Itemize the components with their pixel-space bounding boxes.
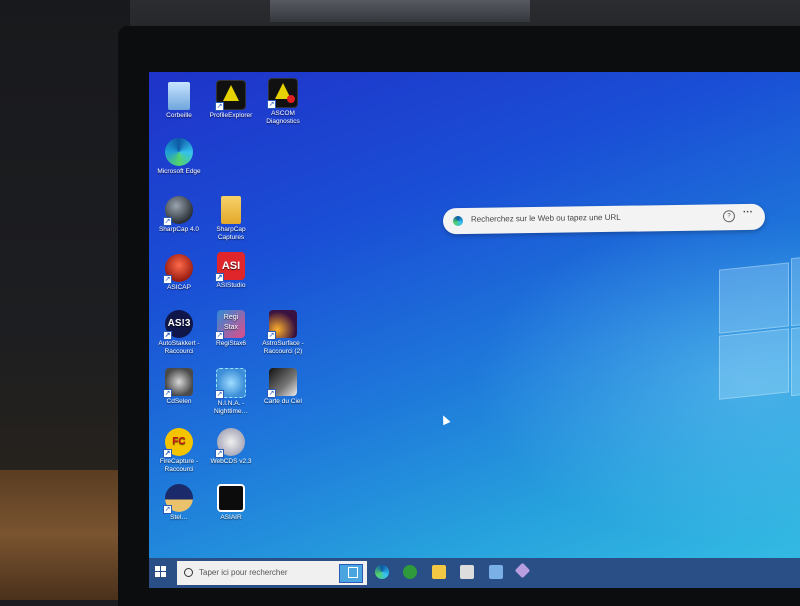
desktop-icon-label: N.I.N.A. - Nighttime… bbox=[214, 400, 248, 415]
firecapture-icon: FC ↗ bbox=[163, 428, 193, 458]
stellarium-icon: ↗ bbox=[163, 484, 193, 514]
autostakkert-icon: AS!3 ↗ bbox=[163, 310, 193, 340]
desktop-icon-nina[interactable]: ↗ N.I.N.A. - Nighttime… bbox=[203, 368, 259, 416]
desktop-icon-microsoft-edge[interactable]: Microsoft Edge bbox=[151, 138, 207, 176]
desktop-icon-firecapture[interactable]: FC ↗ FireCapture - Raccourci bbox=[151, 428, 207, 474]
ascom-diagnostics-icon: ↗ bbox=[267, 78, 298, 109]
windows-logo-icon[interactable] bbox=[155, 566, 167, 578]
desktop-icon-label: ASCOM Diagnostics bbox=[266, 110, 300, 125]
windows-desktop: Corbeille Microsoft Edge ↗ SharpCap 4.0 … bbox=[149, 72, 800, 588]
cdselen-icon: ↗ bbox=[163, 368, 193, 398]
help-icon[interactable]: ? bbox=[722, 210, 736, 223]
desktop-icon-label: AstroSurface - Raccourci (2) bbox=[262, 340, 304, 355]
nina-icon: ↗ bbox=[215, 368, 246, 399]
desktop-icon-label: Carte du Ciel bbox=[264, 398, 302, 405]
desktop-icon-astrosurface[interactable]: ↗ AstroSurface - Raccourci (2) bbox=[255, 310, 311, 356]
light-glare bbox=[270, 0, 530, 22]
more-options-icon[interactable]: ··· bbox=[743, 207, 753, 218]
desktop-icon-corbeille[interactable]: Corbeille bbox=[151, 82, 207, 120]
desktop-icon-label: ASIStudio bbox=[216, 282, 246, 289]
desktop-icon-sharpcap-captures[interactable]: SharpCap Captures bbox=[203, 196, 259, 242]
desktop-icon-label: FireCapture - Raccourci bbox=[159, 458, 199, 473]
desktop-icon-autostakkert[interactable]: AS!3 ↗ AutoStakkert - Raccourci bbox=[151, 310, 207, 356]
search-icon bbox=[184, 568, 193, 577]
desktop-icon-label: Microsoft Edge bbox=[157, 168, 201, 175]
desktop-icon-asistudio[interactable]: ASI ↗ ASIStudio bbox=[203, 252, 259, 290]
desktop-icon-label: CdSelen bbox=[166, 398, 192, 405]
task-view-icon[interactable] bbox=[347, 565, 361, 579]
windows-wallpaper-logo bbox=[719, 253, 800, 410]
desktop-icon-label: Stel… bbox=[170, 514, 188, 521]
edge-icon bbox=[452, 215, 464, 227]
desktop-icon-asicap[interactable]: ↗ ASICAP bbox=[151, 254, 207, 292]
taskbar-search-box[interactable]: Taper ici pour rechercher bbox=[177, 561, 367, 585]
desktop-icon-label: ProfileExplorer bbox=[209, 112, 253, 119]
asiair-icon bbox=[217, 484, 245, 512]
desktop-icon-cdselen[interactable]: ↗ CdSelen bbox=[151, 368, 207, 406]
desktop-icon-label: SharpCap Captures bbox=[216, 226, 246, 241]
taskbar: Taper ici pour rechercher bbox=[149, 558, 800, 588]
mail-icon[interactable] bbox=[489, 565, 503, 579]
desktop-icon-registax[interactable]: Regi Stax ↗ RegiStax6 bbox=[203, 310, 259, 348]
registax-icon: Regi Stax ↗ bbox=[215, 310, 245, 340]
desktop-icon-ascom-diagnostics[interactable]: ↗ ASCOM Diagnostics bbox=[255, 78, 311, 126]
desktop-icon-carte-du-ciel[interactable]: ↗ Carte du Ciel bbox=[255, 368, 311, 406]
folder-icon bbox=[221, 196, 241, 224]
desktop-icon-stellarium[interactable]: ↗ Stel… bbox=[151, 484, 207, 522]
desktop-icon-label: Corbeille bbox=[166, 112, 192, 119]
desktop-icon-label: WebCDS v2.3 bbox=[210, 458, 252, 465]
desktop-icon-profileexplorer[interactable]: ↗ ProfileExplorer bbox=[203, 80, 259, 120]
astrosurface-icon: ↗ bbox=[267, 310, 297, 340]
desktop-icon-label: RegiStax6 bbox=[216, 340, 246, 347]
pinned-app-icon[interactable] bbox=[514, 562, 531, 579]
webcds-icon: ↗ bbox=[215, 428, 245, 458]
carte-du-ciel-icon: ↗ bbox=[267, 368, 297, 398]
edge-search-widget[interactable]: Recherchez sur le Web ou tapez une URL ?… bbox=[442, 203, 766, 235]
sharpcap-icon: ↗ bbox=[163, 196, 193, 226]
ascom-profile-icon: ↗ bbox=[215, 80, 246, 111]
desktop-icon-label: AutoStakkert - Raccourci bbox=[158, 340, 200, 355]
file-explorer-icon[interactable] bbox=[432, 565, 446, 579]
edge-icon bbox=[165, 138, 193, 166]
recycle-bin-icon bbox=[168, 82, 190, 110]
desktop-icon-label: ASICAP bbox=[167, 284, 191, 291]
taskbar-search-placeholder[interactable]: Taper ici pour rechercher bbox=[199, 568, 287, 577]
desk-edge bbox=[0, 470, 118, 600]
desktop-icon-sharpcap[interactable]: ↗ SharpCap 4.0 bbox=[151, 196, 207, 234]
asicap-icon: ↗ bbox=[163, 254, 193, 284]
desktop-icon-label: ASIAIR bbox=[220, 514, 242, 521]
xbox-icon[interactable] bbox=[403, 565, 417, 579]
desktop-icon-label: SharpCap 4.0 bbox=[158, 226, 200, 233]
desktop-icon-asiair[interactable]: ASIAIR bbox=[203, 484, 259, 522]
store-icon[interactable] bbox=[460, 565, 474, 579]
asistudio-icon: ASI ↗ bbox=[215, 252, 245, 282]
desktop-icon-webcds[interactable]: ↗ WebCDS v2.3 bbox=[203, 428, 259, 466]
mouse-cursor-icon bbox=[439, 413, 451, 426]
edge-taskbar-icon[interactable] bbox=[375, 565, 389, 579]
search-widget-placeholder[interactable]: Recherchez sur le Web ou tapez une URL bbox=[471, 213, 621, 224]
